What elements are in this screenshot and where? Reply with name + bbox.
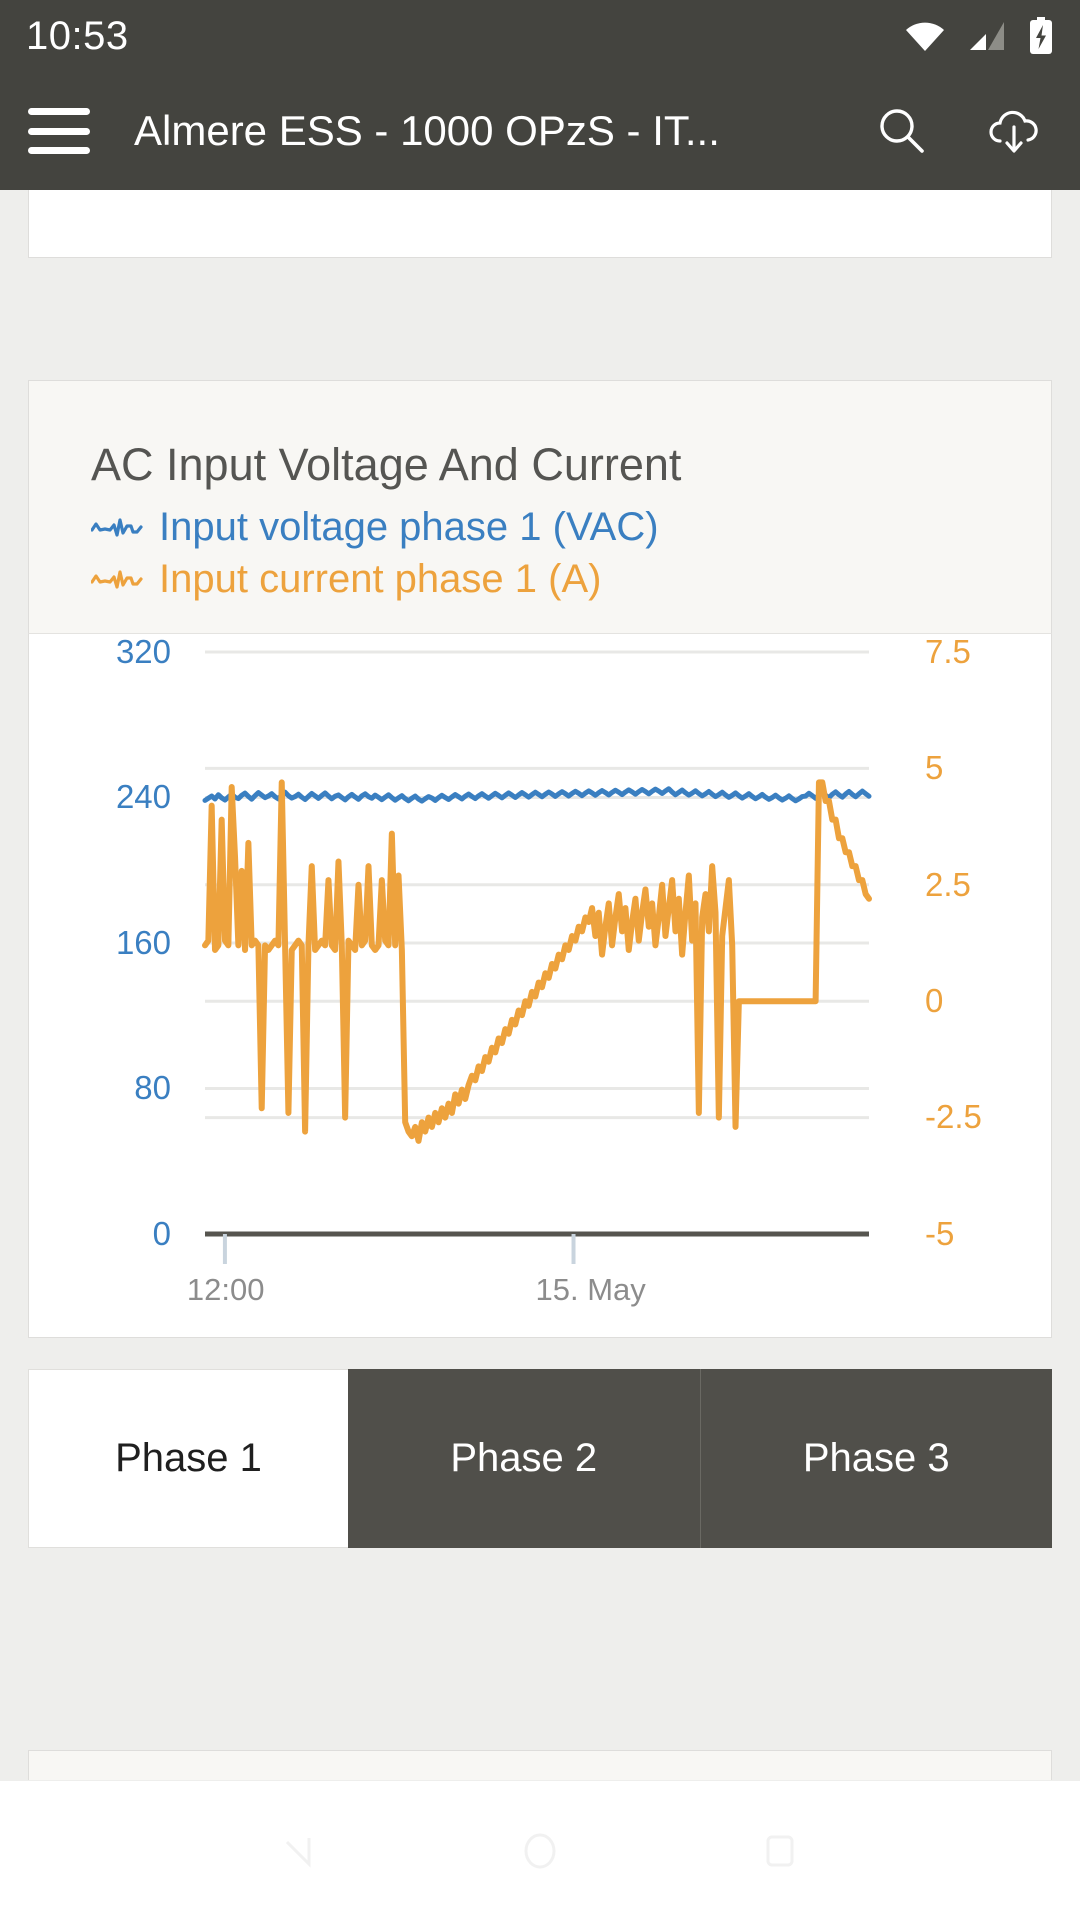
app-bar-actions bbox=[876, 105, 1042, 157]
page-title: Almere ESS - 1000 OPzS - IT... bbox=[134, 107, 720, 154]
chart-svg bbox=[202, 650, 872, 1264]
search-icon[interactable] bbox=[876, 105, 928, 157]
y-axis-left-tick: 160 bbox=[115, 923, 171, 961]
legend-item-current[interactable]: Input current phase 1 (A) bbox=[91, 559, 1051, 599]
y-axis-right-tick: 7.5 bbox=[925, 632, 971, 670]
legend-item-voltage[interactable]: Input voltage phase 1 (VAC) bbox=[91, 507, 1051, 547]
recents-icon[interactable] bbox=[753, 1824, 807, 1878]
chart-plot-area[interactable]: 320 240 160 80 0 7.5 5 2.5 0 -2.5 -5 12:00 15. May bbox=[28, 632, 1052, 1338]
ac-input-chart-card: AC Input Voltage And Current Input volta… bbox=[28, 380, 1052, 1338]
y-axis-right-tick: -2.5 bbox=[925, 1098, 982, 1136]
app-root: 10:53 Almere ESS - 1000 OPzS - IT... AC … bbox=[0, 0, 1080, 1920]
x-axis-tick: 15. May bbox=[535, 1271, 646, 1307]
scroll-content[interactable]: 16:00 15. May 08:00 AC Input Voltage And… bbox=[0, 190, 1080, 1920]
y-axis-right-tick: 0 bbox=[925, 981, 944, 1019]
y-axis-right-tick: -5 bbox=[925, 1214, 955, 1252]
y-axis-left-tick: 80 bbox=[134, 1069, 171, 1107]
android-nav-bar bbox=[0, 1780, 1080, 1920]
cellular-signal-icon bbox=[968, 20, 1006, 52]
home-icon[interactable] bbox=[513, 1824, 567, 1878]
phase-tab-bar: Phase 1 Phase 2 Phase 3 bbox=[28, 1369, 1052, 1548]
waveform-icon bbox=[91, 514, 143, 540]
x-axis-tick: 12:00 bbox=[186, 1271, 265, 1307]
chart-card-header: AC Input Voltage And Current Input volta… bbox=[28, 380, 1052, 633]
chart-title: AC Input Voltage And Current bbox=[91, 439, 682, 490]
previous-chart-card: 16:00 15. May 08:00 bbox=[28, 190, 1052, 258]
status-icon-group bbox=[904, 17, 1054, 55]
wifi-icon bbox=[904, 20, 946, 52]
tab-phase-3[interactable]: Phase 3 bbox=[700, 1369, 1052, 1548]
y-axis-right-tick: 2.5 bbox=[925, 865, 971, 903]
hamburger-menu-icon[interactable] bbox=[28, 108, 90, 154]
y-axis-left-tick: 240 bbox=[115, 778, 171, 816]
tab-phase-1[interactable]: Phase 1 bbox=[28, 1369, 348, 1548]
legend-label-voltage: Input voltage phase 1 (VAC) bbox=[159, 504, 659, 549]
back-icon[interactable] bbox=[273, 1824, 327, 1878]
legend-label-current: Input current phase 1 (A) bbox=[159, 556, 602, 601]
status-clock: 10:53 bbox=[26, 14, 129, 58]
y-axis-left-tick: 0 bbox=[152, 1214, 171, 1252]
cloud-download-icon[interactable] bbox=[986, 105, 1042, 157]
battery-charging-icon bbox=[1028, 17, 1054, 55]
app-bar: Almere ESS - 1000 OPzS - IT... bbox=[0, 72, 1080, 190]
status-bar: 10:53 bbox=[0, 0, 1080, 72]
y-axis-right-tick: 5 bbox=[925, 749, 944, 787]
y-axis-left-tick: 320 bbox=[115, 632, 171, 670]
waveform-icon bbox=[91, 566, 143, 592]
tab-phase-2[interactable]: Phase 2 bbox=[348, 1369, 701, 1548]
